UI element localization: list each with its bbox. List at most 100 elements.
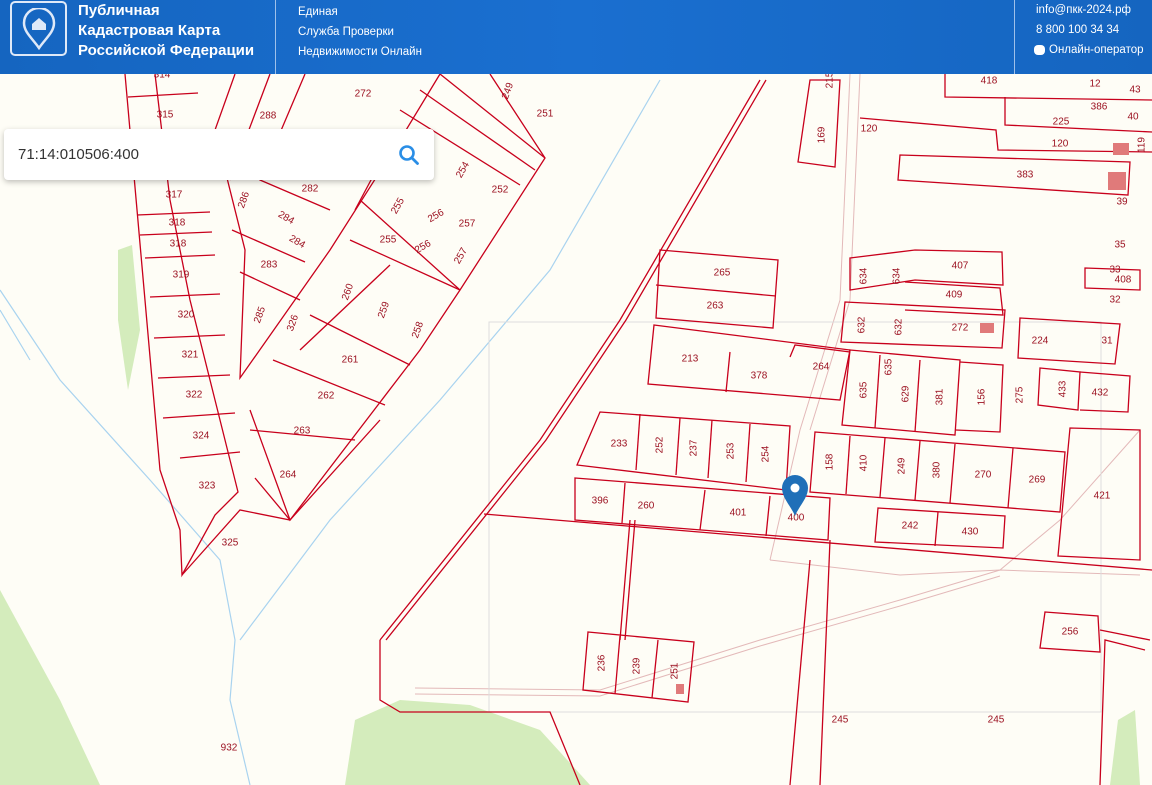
parcel-label[interactable]: 378 bbox=[751, 371, 768, 382]
parcel-label[interactable]: 254 bbox=[454, 160, 472, 180]
parcel-label[interactable]: 261 bbox=[342, 355, 359, 366]
parcel-label[interactable]: 315 bbox=[157, 110, 174, 121]
online-operator-button[interactable]: Онлайн-оператор bbox=[1034, 40, 1144, 60]
parcel-label[interactable]: 213 bbox=[682, 354, 699, 365]
parcel-label[interactable]: 253 bbox=[726, 442, 737, 459]
parcel-label[interactable]: 285 bbox=[252, 305, 268, 325]
parcel-label[interactable]: 632 bbox=[894, 318, 905, 335]
parcel-label[interactable]: 31 bbox=[1101, 336, 1113, 347]
cadastral-number-input[interactable] bbox=[18, 146, 398, 163]
parcel-label[interactable]: 269 bbox=[1029, 475, 1046, 486]
parcel-label[interactable]: 272 bbox=[952, 323, 969, 334]
parcel-label[interactable]: 264 bbox=[280, 470, 297, 481]
parcel-label[interactable]: 432 bbox=[1092, 388, 1109, 399]
parcel-label[interactable]: 169 bbox=[817, 126, 828, 143]
parcel-label[interactable]: 635 bbox=[859, 381, 870, 398]
parcel-label[interactable]: 249 bbox=[897, 457, 908, 474]
cadastral-map[interactable]: 3143153173183183193203213223243233252882… bbox=[0, 0, 1152, 785]
parcel-label[interactable]: 256 bbox=[426, 207, 446, 225]
parcel-label[interactable]: 120 bbox=[861, 124, 878, 135]
parcel-label[interactable]: 430 bbox=[962, 527, 979, 538]
parcel-label[interactable]: 325 bbox=[222, 538, 239, 549]
parcel-label[interactable]: 286 bbox=[236, 190, 252, 210]
parcel-label[interactable]: 258 bbox=[410, 320, 426, 340]
parcel-label[interactable]: 245 bbox=[832, 715, 849, 726]
parcel-label[interactable]: 396 bbox=[592, 496, 609, 507]
parcel-label[interactable]: 318 bbox=[170, 239, 187, 250]
parcel-label[interactable]: 407 bbox=[952, 261, 969, 272]
parcel-label[interactable]: 252 bbox=[655, 436, 666, 453]
parcel-label[interactable]: 319 bbox=[173, 270, 190, 281]
parcel-label[interactable]: 156 bbox=[977, 388, 988, 405]
parcel-label[interactable]: 256 bbox=[1062, 627, 1079, 638]
parcel-label[interactable]: 408 bbox=[1115, 275, 1132, 286]
parcel-label[interactable]: 324 bbox=[193, 431, 210, 442]
parcel-label[interactable]: 257 bbox=[452, 246, 470, 266]
parcel-label[interactable]: 259 bbox=[376, 300, 392, 320]
parcel-label[interactable]: 634 bbox=[859, 267, 870, 284]
parcel-label[interactable]: 224 bbox=[1032, 336, 1049, 347]
parcel-label[interactable]: 265 bbox=[714, 268, 731, 279]
parcel-label[interactable]: 263 bbox=[707, 301, 724, 312]
parcel-label[interactable]: 318 bbox=[169, 218, 186, 229]
parcel-label[interactable]: 260 bbox=[638, 501, 655, 512]
parcel-label[interactable]: 932 bbox=[221, 743, 238, 754]
location-marker-icon[interactable] bbox=[782, 475, 808, 516]
parcel-label[interactable]: 272 bbox=[355, 89, 372, 100]
parcel-label[interactable]: 284 bbox=[287, 233, 307, 251]
parcel-label[interactable]: 433 bbox=[1058, 380, 1069, 397]
parcel-label[interactable]: 283 bbox=[261, 260, 278, 271]
parcel-label[interactable]: 263 bbox=[294, 426, 311, 437]
parcel-label[interactable]: 120 bbox=[1052, 139, 1069, 150]
phone-link[interactable]: 8 800 100 34 34 bbox=[1036, 20, 1144, 40]
parcel-label[interactable]: 282 bbox=[302, 184, 319, 195]
parcel-label[interactable]: 284 bbox=[276, 209, 296, 227]
search-icon[interactable] bbox=[398, 144, 420, 166]
parcel-label[interactable]: 255 bbox=[380, 235, 397, 246]
parcel-label[interactable]: 239 bbox=[632, 657, 643, 674]
parcel-label[interactable]: 322 bbox=[186, 390, 203, 401]
parcel-label[interactable]: 629 bbox=[901, 385, 912, 402]
parcel-label[interactable]: 251 bbox=[537, 109, 554, 120]
parcel-label[interactable]: 386 bbox=[1091, 102, 1108, 113]
parcel-label[interactable]: 381 bbox=[935, 388, 946, 405]
parcel-label[interactable]: 409 bbox=[946, 290, 963, 301]
parcel-label[interactable]: 12 bbox=[1089, 79, 1101, 90]
parcel-label[interactable]: 40 bbox=[1127, 112, 1139, 123]
parcel-label[interactable]: 252 bbox=[492, 185, 509, 196]
parcel-label[interactable]: 418 bbox=[981, 76, 998, 87]
parcel-label[interactable]: 257 bbox=[459, 219, 476, 230]
parcel-label[interactable]: 326 bbox=[285, 313, 301, 333]
parcel-label[interactable]: 39 bbox=[1116, 197, 1128, 208]
parcel-label[interactable]: 242 bbox=[902, 521, 919, 532]
logo[interactable] bbox=[10, 1, 67, 56]
parcel-label[interactable]: 255 bbox=[389, 196, 407, 216]
parcel-label[interactable]: 317 bbox=[166, 190, 183, 201]
parcel-label[interactable]: 634 bbox=[892, 267, 903, 284]
parcel-label[interactable]: 254 bbox=[761, 445, 772, 462]
parcel-label[interactable]: 275 bbox=[1015, 386, 1026, 403]
parcel-label[interactable]: 632 bbox=[857, 316, 868, 333]
parcel-label[interactable]: 233 bbox=[611, 439, 628, 450]
parcel-label[interactable]: 236 bbox=[597, 654, 608, 671]
parcel-label[interactable]: 380 bbox=[932, 461, 943, 478]
parcel-label[interactable]: 249 bbox=[500, 81, 516, 101]
parcel-label[interactable]: 320 bbox=[178, 310, 195, 321]
parcel-label[interactable]: 400 bbox=[788, 513, 805, 524]
parcel-label[interactable]: 270 bbox=[975, 470, 992, 481]
parcel-label[interactable]: 288 bbox=[260, 111, 277, 122]
parcel-label[interactable]: 119 bbox=[1137, 137, 1148, 153]
parcel-label[interactable]: 635 bbox=[884, 358, 895, 375]
parcel-label[interactable]: 43 bbox=[1129, 85, 1141, 96]
parcel-label[interactable]: 401 bbox=[730, 508, 747, 519]
parcel-label[interactable]: 383 bbox=[1017, 170, 1034, 181]
parcel-label[interactable]: 421 bbox=[1094, 491, 1111, 502]
parcel-label[interactable]: 410 bbox=[859, 454, 870, 471]
parcel-label[interactable]: 35 bbox=[1114, 240, 1126, 251]
parcel-label[interactable]: 32 bbox=[1109, 295, 1121, 306]
parcel-label[interactable]: 321 bbox=[182, 350, 199, 361]
parcel-label[interactable]: 225 bbox=[1053, 117, 1070, 128]
parcel-label[interactable]: 262 bbox=[318, 391, 335, 402]
parcel-label[interactable]: 264 bbox=[813, 362, 830, 373]
parcel-label[interactable]: 256 bbox=[413, 238, 433, 256]
